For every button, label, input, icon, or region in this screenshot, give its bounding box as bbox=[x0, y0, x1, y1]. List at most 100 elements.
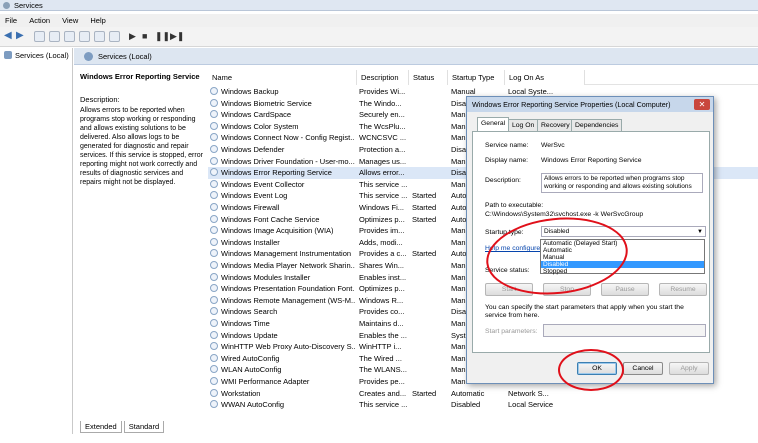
service-name-text: Windows Font Cache Service bbox=[221, 214, 320, 224]
service-description: Enables inst... bbox=[359, 272, 409, 284]
column-description[interactable]: Description bbox=[357, 70, 409, 85]
service-name-text: Windows Backup bbox=[221, 87, 279, 96]
stop-icon[interactable]: ■ bbox=[142, 31, 153, 42]
service-gear-icon bbox=[210, 156, 218, 165]
play-icon[interactable]: ▶ bbox=[129, 31, 140, 42]
service-description: Enables the ... bbox=[359, 330, 409, 342]
toolbar: ◀ ▶ ▶ ■ ❚❚ ▶❚ bbox=[0, 27, 758, 47]
service-name: Windows Management Instrumentation bbox=[210, 248, 355, 260]
service-description-text: The WLANS... bbox=[359, 365, 407, 375]
export-list-icon[interactable] bbox=[79, 31, 90, 42]
chevron-down-icon: ▼ bbox=[697, 229, 703, 235]
tab-dependencies[interactable]: Dependencies bbox=[571, 119, 623, 131]
service-row[interactable]: WWAN AutoConfig This service ... Disabled L… bbox=[208, 399, 758, 411]
service-status-text: Started bbox=[412, 214, 437, 224]
service-description: Optimizes p... bbox=[359, 283, 409, 295]
service-startup-type-text: Manual bbox=[451, 87, 476, 96]
menu-file[interactable]: File bbox=[0, 14, 22, 27]
service-description-text: Enables inst... bbox=[359, 272, 407, 282]
tab-extended[interactable]: Extended bbox=[80, 421, 122, 433]
service-gear-icon bbox=[210, 121, 218, 130]
menu-view[interactable]: View bbox=[57, 14, 83, 27]
service-startup-type-text: Auto bbox=[451, 191, 467, 201]
tab-log-on[interactable]: Log On bbox=[508, 119, 539, 131]
column-log-on-as[interactable]: Log On As bbox=[505, 70, 585, 85]
service-gear-icon bbox=[210, 133, 218, 142]
service-name: Windows Installer bbox=[210, 237, 355, 249]
resume-button[interactable]: Resume bbox=[659, 283, 707, 296]
service-status: Started bbox=[412, 190, 448, 202]
cancel-button[interactable]: Cancel bbox=[623, 362, 663, 375]
description-label: Description: bbox=[80, 95, 120, 104]
service-description: Creates and... bbox=[359, 388, 409, 400]
services-header: Services (Local) bbox=[74, 48, 758, 65]
service-description: Adds, modi... bbox=[359, 237, 409, 249]
forward-arrow-icon[interactable]: ▶ bbox=[16, 31, 27, 42]
service-gear-icon bbox=[210, 249, 218, 258]
services-app-icon bbox=[3, 2, 10, 9]
service-gear-icon bbox=[210, 214, 218, 223]
tree-item-services-local[interactable]: Services (Local) bbox=[4, 51, 69, 60]
service-row[interactable]: Workstation Creates and... Started Automati… bbox=[208, 388, 758, 400]
menu-action[interactable]: Action bbox=[24, 14, 55, 27]
service-description-text: Maintains d... bbox=[359, 319, 404, 328]
service-name-text: Windows Management Instrumentation bbox=[221, 249, 352, 259]
service-description: Windows R... bbox=[359, 295, 409, 307]
service-name: Windows Firewall bbox=[210, 202, 355, 214]
service-name: Windows Error Reporting Service bbox=[210, 167, 355, 179]
service-status: Started bbox=[412, 388, 448, 400]
service-description: Maintains d... bbox=[359, 318, 409, 330]
help-icon[interactable] bbox=[94, 31, 105, 42]
console-tree-icon[interactable] bbox=[34, 31, 45, 42]
menu-help[interactable]: Help bbox=[85, 14, 110, 27]
service-description-text: Protection a... bbox=[359, 145, 406, 154]
refresh-icon[interactable] bbox=[64, 31, 75, 42]
mmc-icon[interactable] bbox=[109, 31, 120, 42]
column-name[interactable]: Name bbox=[208, 70, 357, 85]
service-description: This service ... bbox=[359, 190, 409, 202]
service-description-text: This service ... bbox=[359, 179, 408, 189]
service-description: Provides pe... bbox=[359, 376, 409, 388]
tab-recovery[interactable]: Recovery bbox=[537, 119, 574, 131]
path-label: Path to executable: bbox=[485, 202, 544, 209]
service-name: Windows Driver Foundation - User-mo... bbox=[210, 156, 355, 168]
service-name-text: Windows Error Reporting Service bbox=[221, 168, 332, 178]
service-description: Windows Fi... bbox=[359, 202, 409, 214]
highlight-circle-ok bbox=[558, 349, 624, 391]
service-description-text: Allows error... bbox=[359, 168, 405, 178]
back-arrow-icon[interactable]: ◀ bbox=[4, 31, 15, 42]
column-header-row: Name Description Status Startup Type Log… bbox=[208, 70, 758, 85]
service-description-text: WCNCSVC ... bbox=[359, 133, 407, 143]
tab-general[interactable]: General bbox=[477, 117, 510, 131]
service-name-text: Windows Media Player Network Sharin... bbox=[221, 261, 355, 270]
service-status-text: Started bbox=[412, 388, 437, 398]
column-startup-type[interactable]: Startup Type bbox=[448, 70, 505, 85]
service-description: The WLANS... bbox=[359, 364, 409, 376]
service-name-text: Windows Modules Installer bbox=[221, 272, 311, 282]
apply-button[interactable]: Apply bbox=[669, 362, 709, 375]
service-name: Windows Biometric Service bbox=[210, 98, 355, 110]
service-gear-icon bbox=[210, 168, 218, 177]
service-description-text: Optimizes p... bbox=[359, 284, 405, 294]
service-name-text: Windows Remote Management (WS-M... bbox=[221, 295, 355, 305]
service-name-text: Windows Update bbox=[221, 330, 278, 340]
service-status-text: Started bbox=[412, 249, 437, 259]
service-description: The WcsPlu... bbox=[359, 121, 409, 133]
service-name-text: Windows Image Acquisition (WIA) bbox=[221, 226, 334, 236]
close-icon[interactable]: ✕ bbox=[694, 99, 710, 110]
restart-icon[interactable]: ▶❚ bbox=[170, 31, 184, 42]
service-startup-type-text: Auto bbox=[451, 203, 467, 212]
service-startup-type: Disabled bbox=[451, 399, 505, 411]
service-status: Started bbox=[412, 248, 448, 260]
window-title: Services bbox=[14, 1, 43, 10]
tab-standard[interactable]: Standard bbox=[123, 421, 165, 433]
service-name-text: Windows Event Log bbox=[221, 191, 288, 201]
properties-icon[interactable] bbox=[49, 31, 60, 42]
start-params-input[interactable] bbox=[543, 324, 706, 337]
pause-icon[interactable]: ❚❚ bbox=[155, 31, 170, 42]
description-box[interactable]: Allows errors to be reported when progra… bbox=[541, 173, 703, 193]
pause-button[interactable]: Pause bbox=[601, 283, 649, 296]
service-name: Windows Color System bbox=[210, 121, 355, 133]
column-status[interactable]: Status bbox=[409, 70, 448, 85]
service-name: Windows Presentation Foundation Font... bbox=[210, 283, 355, 295]
